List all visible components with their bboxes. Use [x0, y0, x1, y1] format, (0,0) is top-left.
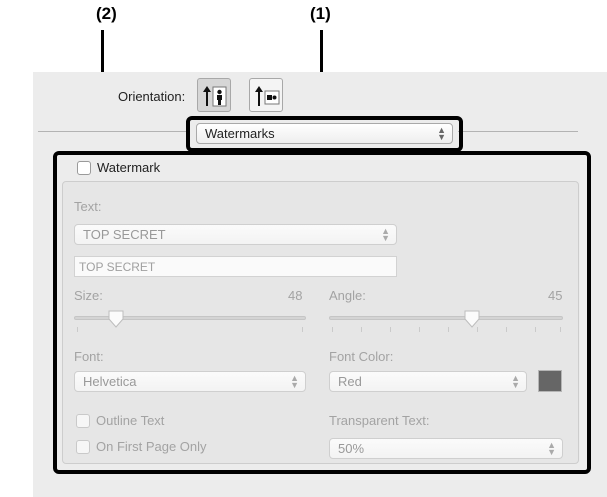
landscape-icon: [255, 86, 280, 106]
separator-left: [38, 131, 188, 132]
callout-2-highlight: [53, 151, 591, 474]
portrait-icon: [203, 86, 227, 107]
orientation-label: Orientation:: [118, 89, 186, 104]
portrait-orientation-button[interactable]: [197, 78, 231, 112]
callout-2: (2): [96, 4, 117, 23]
landscape-orientation-button[interactable]: [249, 78, 283, 112]
callout-1-highlight: [186, 116, 463, 152]
separator-right: [458, 131, 578, 132]
callout-1: (1): [310, 4, 331, 23]
